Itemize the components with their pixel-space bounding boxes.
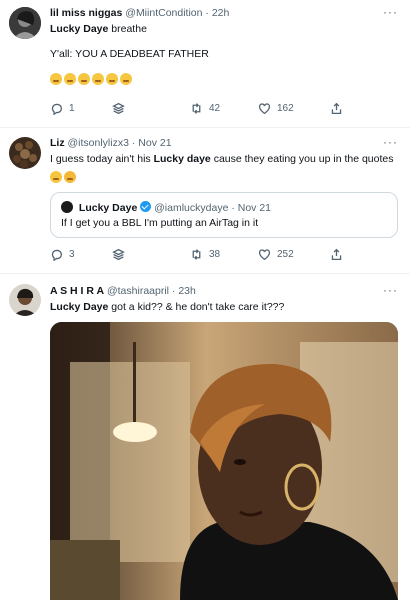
retweet-button[interactable]: 42 xyxy=(190,102,220,115)
crying-laugh-emoji xyxy=(64,170,76,183)
grimace-emoji xyxy=(50,72,62,85)
avatar[interactable] xyxy=(9,284,41,316)
tweet-text: Lucky Daye got a kid?? & he don't take c… xyxy=(50,300,398,315)
share-button[interactable] xyxy=(330,102,343,115)
display-name[interactable]: A S H I R A xyxy=(50,285,104,297)
mention-bold: Lucky Daye xyxy=(50,301,109,313)
like-count: 252 xyxy=(277,249,294,260)
tweet-text-line2: Y'all: YOU A DEADBEAT FATHER xyxy=(50,48,209,60)
display-name[interactable]: Liz xyxy=(50,137,65,149)
quote-tweet[interactable]: Lucky Daye @iamluckydaye · Nov 21 If I g… xyxy=(50,192,398,238)
display-name[interactable]: lil miss niggas xyxy=(50,7,122,19)
action-bar: 1 42 162 xyxy=(50,102,350,118)
more-options-button[interactable]: ··· xyxy=(383,283,398,297)
like-button[interactable]: 252 xyxy=(258,248,294,261)
laugh-emoji xyxy=(92,72,104,85)
emoji-row xyxy=(50,168,398,186)
grimace-emoji xyxy=(64,72,76,85)
tweet-2[interactable]: Liz @itsonlylizx3 · Nov 21 I guess today… xyxy=(0,128,410,274)
laugh-emoji xyxy=(106,72,118,85)
more-options-button[interactable]: ··· xyxy=(383,135,398,149)
media-photo xyxy=(50,322,398,600)
laugh-emoji xyxy=(50,170,62,183)
avatar-image xyxy=(9,284,41,316)
tweet-media-image[interactable] xyxy=(50,322,398,600)
tweet-text-post: cause they eating you up in the quotes xyxy=(210,153,394,165)
timestamp[interactable]: · Nov 21 xyxy=(132,137,172,149)
handle[interactable]: @itsonlylizx3 xyxy=(68,137,129,149)
retweet-icon xyxy=(192,249,201,260)
retweet-count: 38 xyxy=(209,249,221,260)
stack-button[interactable] xyxy=(112,102,125,115)
timestamp[interactable]: · 23h xyxy=(172,285,196,297)
quote-header: Lucky Daye @iamluckydaye · Nov 21 xyxy=(61,201,271,214)
laugh-emoji xyxy=(120,72,132,85)
action-bar: 3 38 252 xyxy=(50,248,350,264)
tweet-header: Liz @itsonlylizx3 · Nov 21 xyxy=(50,136,398,150)
reply-button[interactable]: 3 xyxy=(50,248,75,261)
tweet-header: A S H I R A @tashiraapril · 23h xyxy=(50,284,398,298)
tweet-text-post: got a kid?? & he don't take care it??? xyxy=(108,301,285,313)
tweet-text: I guess today ain't his Lucky daye cause… xyxy=(50,152,398,167)
verified-badge-icon xyxy=(140,201,152,212)
tweet-1[interactable]: lil miss niggas @MiintCondition · 22h Lu… xyxy=(0,0,410,128)
stack-button[interactable] xyxy=(112,248,125,261)
handle[interactable]: @tashiraapril xyxy=(107,285,169,297)
share-button[interactable] xyxy=(330,248,343,261)
quote-display-name: Lucky Daye xyxy=(78,202,138,214)
like-button[interactable]: 162 xyxy=(258,102,294,115)
stack-icon xyxy=(112,102,125,115)
tweet-text-pre: I guess today ain't his xyxy=(50,153,154,165)
reply-count: 3 xyxy=(69,249,75,260)
like-count: 162 xyxy=(277,103,294,114)
avatar-image xyxy=(9,7,41,39)
reply-count: 1 xyxy=(69,103,75,114)
more-options-button[interactable]: ··· xyxy=(383,5,398,19)
avatar[interactable] xyxy=(9,137,41,169)
reply-button[interactable]: 1 xyxy=(50,102,75,115)
emoji-row xyxy=(50,70,398,88)
retweet-count: 42 xyxy=(209,103,221,114)
quote-timestamp: · Nov 21 xyxy=(231,202,272,214)
stack-icon xyxy=(112,248,125,261)
quote-avatar xyxy=(61,201,73,213)
avatar[interactable] xyxy=(9,7,41,39)
quote-handle: @iamluckydaye xyxy=(154,202,229,214)
grimace-emoji xyxy=(78,72,90,85)
timestamp[interactable]: · 22h xyxy=(205,7,229,19)
mention-bold: Lucky daye xyxy=(153,153,211,165)
tweet-text: Lucky Daye breathe xyxy=(50,22,398,37)
tweet-header: lil miss niggas @MiintCondition · 22h xyxy=(50,6,398,20)
share-icon xyxy=(331,102,342,115)
quote-text: If I get you a BBL I'm putting an AirTag… xyxy=(61,217,259,229)
heart-icon xyxy=(258,249,271,261)
retweet-icon xyxy=(192,103,201,114)
mention-bold: Lucky Daye xyxy=(50,23,109,35)
avatar-image xyxy=(9,137,41,169)
heart-icon xyxy=(258,103,271,115)
reply-icon xyxy=(51,103,63,115)
handle[interactable]: @MiintCondition xyxy=(125,7,202,19)
share-icon xyxy=(331,248,342,261)
retweet-button[interactable]: 38 xyxy=(190,248,220,261)
tweet-text-rest: breathe xyxy=(108,23,147,35)
reply-icon xyxy=(51,249,63,261)
